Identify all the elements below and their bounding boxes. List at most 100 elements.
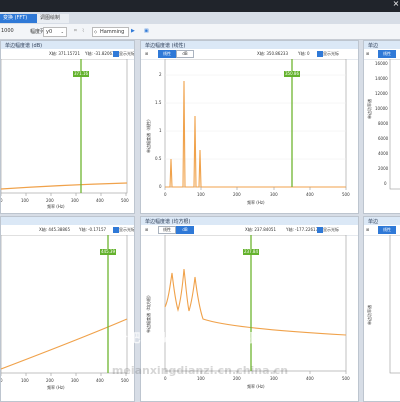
panel-1-tick-label-100: 100 <box>21 198 29 203</box>
panel-2-tick-label-400: 400 <box>306 192 314 197</box>
panel-4-chart: 0 100 200 300 400 500 频率 (Hz) <box>1 235 129 390</box>
sort-value: y0 <box>46 29 53 35</box>
panel-3-y-axis-label: 单边功率谱 <box>366 99 372 119</box>
panel-3-ytick-8000: 8000 <box>378 121 389 126</box>
tab-fft[interactable]: 变换 (FFT) <box>0 14 40 23</box>
panel-2-cursor-label: 350.86 <box>284 71 300 77</box>
panel-2-ytick-0: 0 <box>159 184 162 189</box>
panel-4-tick-label-500: 500 <box>121 378 129 383</box>
panel-2-x-readout: X轴: 350.86233 <box>257 51 288 56</box>
panel-3-ytick-0: 0 <box>384 181 387 186</box>
panel-5-y-readout: Y轴: -177.22617 <box>286 227 319 232</box>
panel-2-ytick-1: 1 <box>159 128 162 133</box>
panel-4-cursor-label: 445.39 <box>100 249 116 255</box>
panel-5: 单边幅度谱 (均方根) ⊞ 线性 dB X轴: 237.84051 Y轴: -1… <box>140 216 359 402</box>
panel-1-y-readout: Y轴: -31.82067 <box>85 51 115 56</box>
panel-3: 单边 ⊞ 线性 单边功率谱 16000 14000 12000 10000 80… <box>363 40 400 214</box>
panel-1-tick-label-200: 200 <box>46 198 54 203</box>
panel-5-tick-label-400: 400 <box>306 376 314 381</box>
panel-3-ytick-10000: 10000 <box>375 106 388 111</box>
panel-5-title: 单边幅度谱 (均方根) <box>145 219 191 225</box>
panel-1-header: 单边幅度谱 (dB) <box>1 41 134 49</box>
panel-5-chart: 单边幅度谱（均方根） 0 100 200 300 400 500 频率 (Hz) <box>145 235 350 389</box>
close-icon[interactable]: × <box>392 0 400 8</box>
panel-1-plot-area <box>1 59 128 194</box>
panel-5-tick-label-100: 100 <box>197 376 205 381</box>
panel-5-plot-area <box>164 235 347 372</box>
panel-4-tick-label-100: 100 <box>21 378 29 383</box>
panel-3-ytick-12000: 12000 <box>375 91 388 96</box>
panel-5-grid-icon[interactable]: ⊞ <box>145 227 148 232</box>
panel-2-x-axis-label: 频率 (Hz) <box>247 199 265 205</box>
panel-4-tick-label-300: 300 <box>71 378 79 383</box>
panel-1-tick-label-0: 0 <box>1 198 3 203</box>
panel-1-tick-label-300: 300 <box>71 198 79 203</box>
grid-icon[interactable]: ⊞ <box>145 51 148 56</box>
chevron-down-icon: ⌄ <box>60 29 64 34</box>
toolbar-value: 1000 <box>1 28 14 34</box>
panel-1-x-readout: X轴: 371.15721 <box>49 51 80 56</box>
panel-3-ytick-14000: 14000 <box>375 76 388 81</box>
panel-2: 单边幅度谱 (线性) ⊞ 线性 dB X轴: 350.86233 Y轴: 0 显… <box>140 40 359 214</box>
panel-3-title: 单边 <box>368 43 379 49</box>
panel-3-linear-toggle[interactable]: 线性 <box>378 50 396 58</box>
tab-plot-drawing[interactable]: 调图绘制 <box>37 14 69 23</box>
panel-1-tick-label-500: 500 <box>121 198 129 203</box>
panel-3-plot-area <box>389 59 400 190</box>
play-icon[interactable]: ▶ <box>131 28 135 34</box>
panel-1-show-cursor-label: 显示光标 <box>119 51 135 56</box>
panel-5-cursor-label: 237.84 <box>243 249 259 255</box>
panel-5-x-readout: X轴: 237.84051 <box>245 227 276 232</box>
sort-select[interactable]: y0 ⌄ <box>43 27 67 37</box>
panel-5-x-axis-label: 频率 (Hz) <box>247 383 265 389</box>
panel-2-y-readout: Y轴: 0 <box>298 51 310 56</box>
panel-6-plot-area <box>389 235 400 374</box>
panel-5-linear-toggle[interactable]: 线性 <box>158 226 176 234</box>
panel-3-header: 单边 <box>364 41 400 49</box>
panel-4-tick-label-400: 400 <box>96 378 104 383</box>
panel-1-chart: 0 100 200 300 400 500 频率 (Hz) <box>1 59 129 209</box>
panel-3-chart: 单边功率谱 16000 14000 12000 10000 8000 6000 … <box>366 59 400 190</box>
panel-2-tick-label-200: 200 <box>233 192 241 197</box>
panel-5-header: 单边幅度谱 (均方根) <box>141 217 358 225</box>
panel-2-header: 单边幅度谱 (线性) <box>141 41 358 49</box>
panel-2-ytick-2: 2 <box>159 72 162 77</box>
panel-6-linear-toggle[interactable]: 线性 <box>378 226 396 234</box>
panel-5-tick-label-300: 300 <box>270 376 278 381</box>
panel-3-grid-icon[interactable]: ⊞ <box>366 51 369 56</box>
panel-4-tick-label-0: 0 <box>1 378 3 383</box>
panel-4-tick-label-200: 200 <box>46 378 54 383</box>
window-title-bar: × <box>0 0 400 12</box>
panel-6-y-axis-label: 单边功率谱 <box>366 305 372 325</box>
chart-icon[interactable]: ⌇ <box>82 28 84 34</box>
panel-2-tick-label-0: 0 <box>164 192 167 197</box>
panel-5-tick-label-500: 500 <box>342 376 350 381</box>
panel-4-header <box>1 217 134 225</box>
panel-2-plot-area <box>164 59 347 188</box>
ruler-icon[interactable]: ⌗ <box>74 28 77 34</box>
panel-5-db-toggle[interactable]: dB <box>176 226 194 234</box>
window-value: Hamming <box>100 29 125 35</box>
panel-2-tick-label-100: 100 <box>197 192 205 197</box>
panel-4-x-readout: X轴: 445.38865 <box>39 227 70 232</box>
panel-5-show-cursor-label: 显示光标 <box>323 227 339 232</box>
panel-2-chart: 2 1.5 1 0.5 0 单边幅度谱（线性） 0 100 200 300 40… <box>145 59 350 205</box>
panel-1-title: 单边幅度谱 (dB) <box>5 43 43 49</box>
panel-1-cursor-label: 371.16 <box>73 71 89 77</box>
panel-2-linear-toggle[interactable]: 线性 <box>158 50 176 58</box>
panel-6-chart: 单边功率谱 <box>366 235 400 374</box>
panel-5-tick-label-0: 0 <box>164 376 167 381</box>
main-toolbar: 1000 幅度列 y0 ⌄ ⌗ ⌇ ◇ Hamming ▶ ▣ <box>0 24 400 40</box>
panel-4: X轴: 445.38865 Y轴: -0.17157 显示光标 0 100 20… <box>0 216 135 402</box>
panel-2-tick-label-500: 500 <box>342 192 350 197</box>
panel-6-grid-icon[interactable]: ⊞ <box>366 227 369 232</box>
panel-3-ytick-4000: 4000 <box>378 151 389 156</box>
panel-1: 单边幅度谱 (dB) X轴: 371.15721 Y轴: -31.82067 显… <box>0 40 135 214</box>
panel-2-y-axis-label: 单边幅度谱（线性） <box>145 117 151 153</box>
panel-2-title: 单边幅度谱 (线性) <box>145 43 186 49</box>
panel-2-db-toggle[interactable]: dB <box>176 50 194 58</box>
save-icon[interactable]: ▣ <box>144 28 149 34</box>
window-select[interactable]: ◇ Hamming <box>92 27 129 37</box>
panel-5-tick-label-200: 200 <box>233 376 241 381</box>
panel-2-tick-label-300: 300 <box>270 192 278 197</box>
